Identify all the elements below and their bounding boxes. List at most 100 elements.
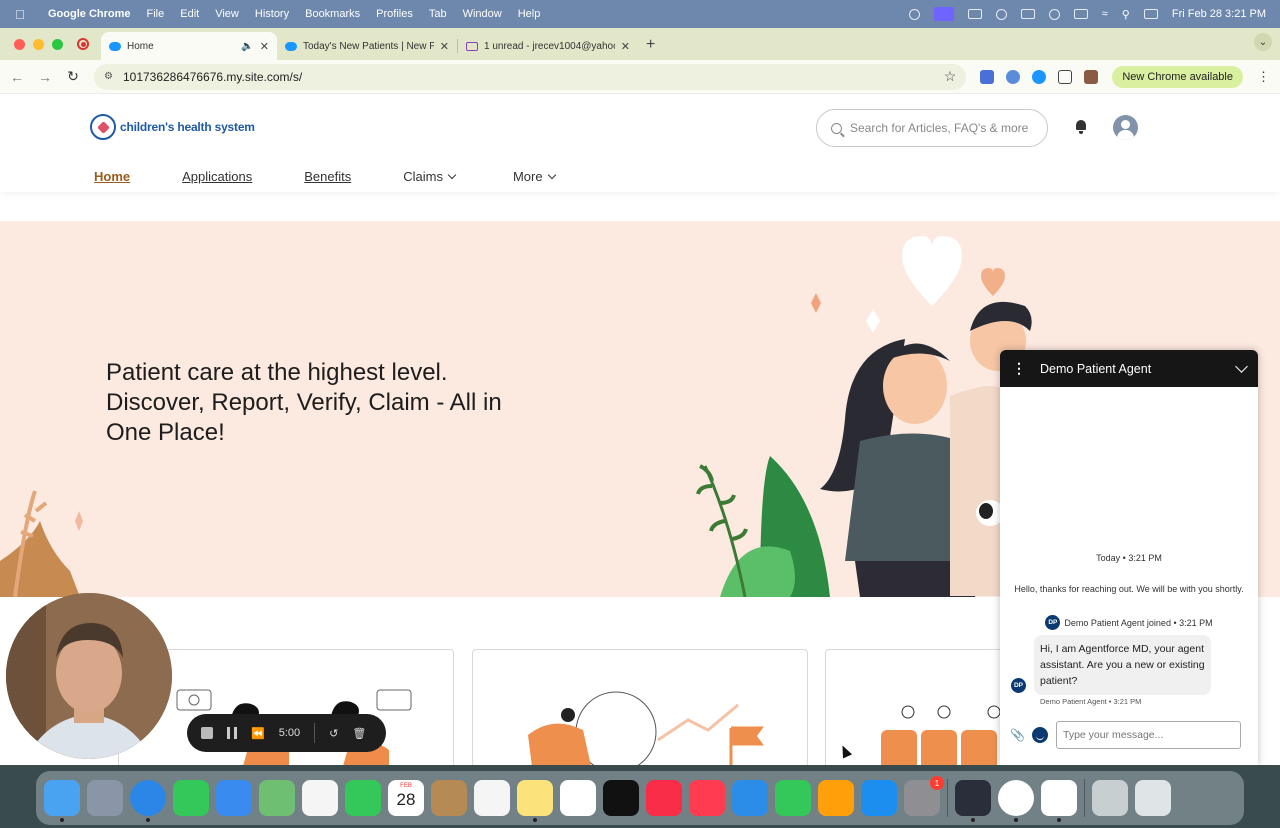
pause-recording-button[interactable] (227, 727, 237, 739)
menu-view[interactable]: View (207, 8, 247, 20)
nav-applications[interactable]: Applications (182, 169, 252, 184)
menu-app-name[interactable]: Google Chrome (40, 8, 139, 20)
site-info-icon[interactable]: ⚙ (104, 71, 113, 82)
nav-home[interactable]: Home (94, 169, 130, 184)
battery-icon[interactable] (1073, 9, 1088, 19)
facetime-icon[interactable] (345, 780, 381, 816)
back-button[interactable]: ← (10, 69, 24, 85)
news-icon[interactable] (689, 780, 725, 816)
nav-claims-dropdown[interactable]: Claims (403, 169, 457, 184)
reminders-icon[interactable] (474, 780, 510, 816)
menu-window[interactable]: Window (455, 8, 510, 20)
salesforce-extension-icon[interactable] (1032, 69, 1047, 84)
zoom-window-button[interactable] (52, 39, 63, 50)
keynote-icon[interactable] (732, 780, 768, 816)
menu-profiles[interactable]: Profiles (368, 8, 421, 20)
site-logo[interactable]: children's health system (90, 114, 255, 140)
tab-search-dropdown-icon[interactable]: ⌄ (1254, 33, 1272, 51)
preview-icon[interactable] (955, 780, 991, 822)
vpn-icon[interactable] (995, 8, 1007, 20)
safari-icon[interactable] (130, 780, 166, 822)
control-center-icon[interactable] (1143, 9, 1158, 19)
person-body-icon (528, 723, 591, 765)
text-input-icon[interactable] (967, 9, 982, 19)
person-head-icon (901, 705, 915, 719)
notes-icon[interactable] (517, 780, 553, 822)
emoji-icon[interactable] (1032, 727, 1048, 743)
trash-icon[interactable] (1135, 780, 1171, 816)
menu-help[interactable]: Help (510, 8, 549, 20)
extension-icon[interactable] (1006, 69, 1021, 84)
close-tab-icon[interactable]: ✕ (260, 40, 269, 53)
headphones-icon[interactable] (1048, 8, 1060, 20)
spotlight-search-icon[interactable]: ⚲ (1122, 8, 1130, 21)
site-search[interactable] (816, 109, 1048, 147)
mail-icon[interactable] (216, 780, 252, 816)
delete-recording-icon[interactable]: 🗑 (352, 727, 366, 740)
numbers-icon[interactable] (775, 780, 811, 816)
menubar-clock[interactable]: Fri Feb 28 3:21 PM (1172, 8, 1266, 20)
menu-tab[interactable]: Tab (421, 8, 455, 20)
chat-options-icon[interactable]: ⋮ (1012, 360, 1026, 377)
notifications-bell-icon[interactable] (1074, 119, 1088, 134)
tab-new-patients[interactable]: Today's New Patients | New P ✕ (277, 32, 457, 60)
rewind-icon[interactable]: ⏪ (251, 727, 265, 740)
profile-avatar[interactable] (1084, 69, 1099, 84)
extensions-puzzle-icon[interactable] (1058, 69, 1073, 84)
nav-benefits[interactable]: Benefits (304, 169, 351, 184)
photos-icon[interactable] (302, 780, 338, 816)
attach-file-icon[interactable]: 📎 (1010, 728, 1025, 742)
minimize-window-button[interactable] (33, 39, 44, 50)
apple-menu-icon[interactable]:  (0, 7, 40, 22)
tab-audio-icon[interactable]: 🔈 (241, 41, 253, 52)
reload-button[interactable]: ↻ (66, 68, 80, 85)
url-text[interactable]: 101736286476676.my.site.com/s/ (123, 70, 302, 84)
menu-edit[interactable]: Edit (172, 8, 207, 20)
messages-icon[interactable] (173, 780, 209, 816)
restart-icon[interactable]: ↺ (329, 727, 338, 740)
feature-card[interactable] (472, 649, 808, 765)
tab-home[interactable]: Home 🔈 ✕ (101, 32, 277, 60)
downloads-stack-icon[interactable] (1092, 780, 1128, 816)
heart-icon (981, 268, 1005, 296)
chat-message-input[interactable] (1056, 721, 1241, 749)
forward-button[interactable]: → (38, 69, 52, 85)
freeform-icon[interactable] (560, 780, 596, 816)
screen-record-icon[interactable] (933, 7, 954, 21)
new-tab-button[interactable]: + (638, 36, 663, 60)
music-icon[interactable] (646, 780, 682, 816)
chrome-icon[interactable] (998, 780, 1034, 822)
contacts-icon[interactable] (431, 780, 467, 816)
app-store-icon[interactable] (861, 780, 897, 816)
apple-tv-icon[interactable] (603, 780, 639, 816)
cast-icon[interactable] (1020, 9, 1035, 19)
new-chrome-available-button[interactable]: New Chrome available (1112, 65, 1243, 88)
calendar-icon[interactable]: FEB 28 (388, 780, 424, 816)
maps-icon[interactable] (259, 780, 295, 816)
wifi-icon[interactable]: ≈ (1102, 8, 1108, 20)
finder-icon[interactable] (44, 780, 80, 822)
close-tab-icon[interactable]: ✕ (621, 40, 630, 53)
extension-icon[interactable] (980, 69, 995, 84)
close-window-button[interactable] (14, 39, 25, 50)
minimize-chat-icon[interactable] (1235, 360, 1248, 373)
pages-icon[interactable] (818, 780, 854, 816)
user-avatar-icon[interactable] (1113, 115, 1138, 140)
tab-title: 1 unread - jrecev1004@yahoo (484, 40, 615, 52)
address-bar[interactable]: ⚙ 101736286476676.my.site.com/s/ ☆ (94, 63, 967, 90)
microphone-icon[interactable] (908, 8, 920, 20)
close-tab-icon[interactable]: ✕ (440, 40, 449, 53)
stop-recording-button[interactable] (201, 727, 213, 739)
system-settings-icon[interactable]: 1 (904, 776, 944, 816)
bookmark-star-icon[interactable]: ☆ (944, 68, 957, 85)
menu-bookmarks[interactable]: Bookmarks (297, 8, 368, 20)
menu-file[interactable]: File (139, 8, 173, 20)
launchpad-icon[interactable] (87, 780, 123, 816)
search-input[interactable] (850, 121, 1030, 135)
nav-more-dropdown[interactable]: More (513, 169, 556, 184)
slack-icon[interactable] (1041, 780, 1077, 822)
chrome-menu-icon[interactable]: ⋮ (1257, 69, 1270, 85)
tab-mail[interactable]: 1 unread - jrecev1004@yahoo ✕ (458, 32, 638, 60)
running-indicator (1057, 818, 1061, 822)
menu-history[interactable]: History (247, 8, 297, 20)
